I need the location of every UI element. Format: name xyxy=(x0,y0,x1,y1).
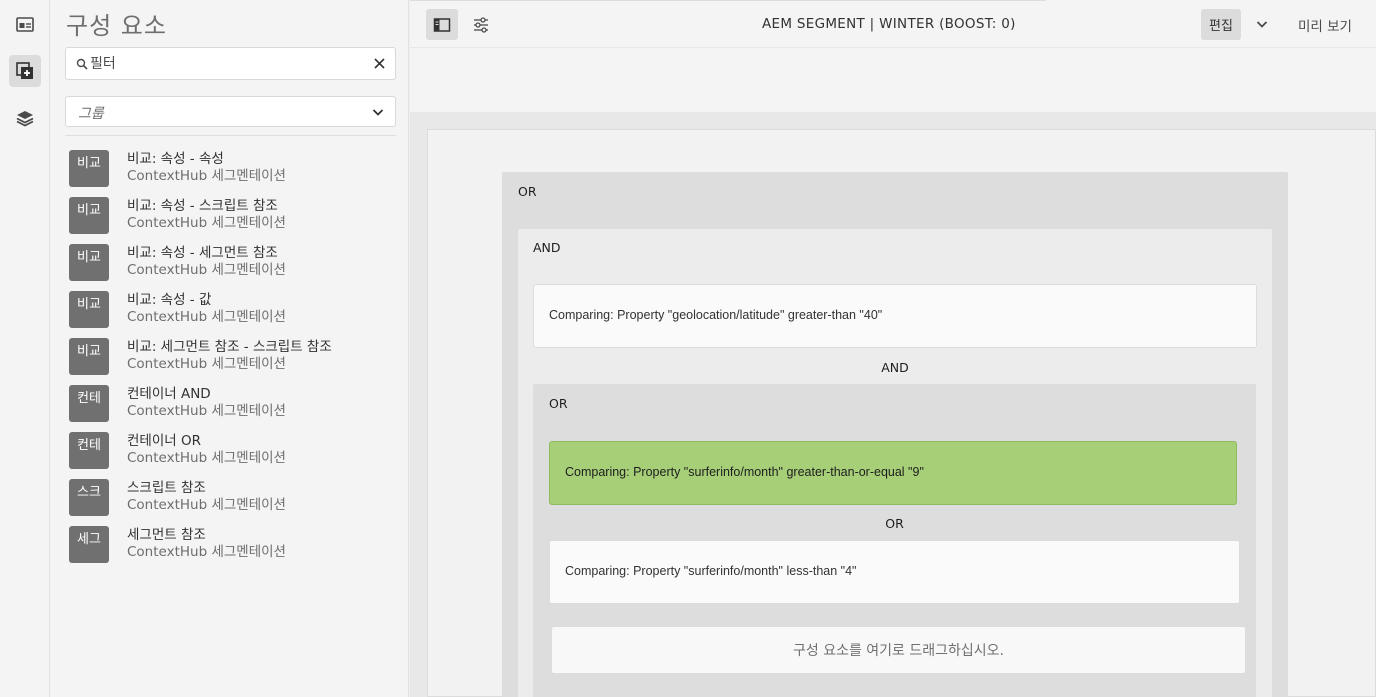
rule-text: Comparing: Property "surferinfo/month" l… xyxy=(565,564,857,578)
chevron-down-icon[interactable] xyxy=(1256,18,1268,30)
close-icon[interactable] xyxy=(373,57,386,70)
or-container[interactable]: OR AND Comparing: Property "geolocation/… xyxy=(502,172,1288,697)
filter-input[interactable] xyxy=(90,52,360,76)
component-group: ContextHub 세그멘테이션 xyxy=(127,215,286,231)
comparison-rule[interactable]: Comparing: Property "surferinfo/month" l… xyxy=(549,540,1240,604)
and-container[interactable]: AND Comparing: Property "geolocation/lat… xyxy=(518,229,1272,697)
toolbar-topline xyxy=(410,0,1046,1)
group-select-value: 그룹 xyxy=(78,106,104,122)
container-label: OR xyxy=(549,396,568,411)
drop-zone[interactable]: 구성 요소를 여기로 드래그하십시오. xyxy=(551,626,1246,674)
comparison-rule-selected[interactable]: Comparing: Property "surferinfo/month" g… xyxy=(549,441,1237,505)
group-select[interactable]: 그룹 xyxy=(65,96,396,127)
components-icon xyxy=(16,62,33,79)
toggle-side-panel-button[interactable] xyxy=(426,9,458,40)
segment-title: AEM SEGMENT | WINTER (BOOST: 0) xyxy=(762,16,1016,32)
component-tile: 비교 xyxy=(69,291,109,328)
canvas-header xyxy=(410,48,1376,112)
divider xyxy=(65,135,396,136)
page-properties-button[interactable] xyxy=(465,9,497,40)
editor-canvas: OR AND Comparing: Property "geolocation/… xyxy=(410,112,1376,697)
edit-mode-button[interactable]: 편집 xyxy=(1201,9,1241,40)
side-panel-icon xyxy=(433,17,451,32)
container-label: OR xyxy=(518,184,537,199)
component-tile: 비교 xyxy=(69,197,109,234)
and-operator: AND xyxy=(881,360,909,375)
component-item[interactable]: 컨테 컨테이너 AND ContextHub 세그멘테이션 xyxy=(65,381,396,428)
component-group: ContextHub 세그멘테이션 xyxy=(127,309,286,325)
component-tile: 비교 xyxy=(69,338,109,375)
component-item[interactable]: 비교 비교: 속성 - 속성 ContextHub 세그멘테이션 xyxy=(65,146,396,193)
component-tile: 비교 xyxy=(69,244,109,281)
filter-search xyxy=(65,47,396,80)
components-button[interactable] xyxy=(9,55,41,87)
rule-text: Comparing: Property "surferinfo/month" g… xyxy=(565,465,924,479)
rule-text: Comparing: Property "geolocation/latitud… xyxy=(549,308,883,322)
panel-title: 구성 요소 xyxy=(66,12,167,40)
component-tile: 비교 xyxy=(69,150,109,187)
editor-toolbar: AEM SEGMENT | WINTER (BOOST: 0) 편집 미리 보기 xyxy=(410,0,1376,48)
component-group: ContextHub 세그멘테이션 xyxy=(127,403,286,419)
component-group: ContextHub 세그멘테이션 xyxy=(127,544,286,560)
comparison-rule[interactable]: Comparing: Property "geolocation/latitud… xyxy=(533,284,1257,348)
layers-icon xyxy=(16,111,34,127)
chevron-down-icon xyxy=(372,109,384,116)
search-icon xyxy=(76,58,88,70)
or-container[interactable]: OR Comparing: Property "surferinfo/month… xyxy=(533,384,1256,697)
component-tile: 컨테 xyxy=(69,385,109,422)
or-operator: OR xyxy=(885,516,904,531)
component-list: 비교 비교: 속성 - 속성 ContextHub 세그멘테이션 비교 비교: 속성 … xyxy=(65,146,396,566)
component-item[interactable]: 비교 비교: 세그먼트 참조 - 스크립트 참조 ContextHub 세그멘테이션 xyxy=(65,334,396,381)
preview-button[interactable]: 미리 보기 xyxy=(1298,15,1352,35)
component-group: ContextHub 세그멘테이션 xyxy=(127,356,286,372)
component-item[interactable]: 비교 비교: 속성 - 세그먼트 참조 ContextHub 세그멘테이션 xyxy=(65,240,396,287)
page-info-button[interactable] xyxy=(9,9,41,41)
component-group: ContextHub 세그멘테이션 xyxy=(127,450,286,466)
component-tile: 세그 xyxy=(69,526,109,563)
component-group: ContextHub 세그멘테이션 xyxy=(127,262,286,278)
component-item[interactable]: 스크 스크립트 참조 ContextHub 세그멘테이션 xyxy=(65,475,396,522)
component-group: ContextHub 세그멘테이션 xyxy=(127,497,286,513)
segment-page: OR AND Comparing: Property "geolocation/… xyxy=(427,129,1376,697)
page-info-icon xyxy=(16,17,34,32)
component-tile: 스크 xyxy=(69,479,109,516)
component-item[interactable]: 컨테 컨테이너 OR ContextHub 세그멘테이션 xyxy=(65,428,396,475)
component-item[interactable]: 세그 세그먼트 참조 ContextHub 세그멘테이션 xyxy=(65,522,396,566)
drop-hint: 구성 요소를 여기로 드래그하십시오. xyxy=(793,643,1004,659)
components-panel: 구성 요소 그룹 비교비교: 속성 - 속성ContextHub 세그멘테이션 … xyxy=(50,0,409,697)
component-tile: 컨테 xyxy=(69,432,109,469)
component-item[interactable]: 비교 비교: 속성 - 값 ContextHub 세그멘테이션 xyxy=(65,287,396,334)
component-item[interactable]: 비교 비교: 속성 - 스크립트 참조 ContextHub 세그멘테이션 xyxy=(65,193,396,240)
side-rail xyxy=(0,0,50,697)
container-label: AND xyxy=(533,240,561,255)
sliders-icon xyxy=(474,16,488,33)
component-group: ContextHub 세그멘테이션 xyxy=(127,168,286,184)
layers-button[interactable] xyxy=(9,102,41,134)
